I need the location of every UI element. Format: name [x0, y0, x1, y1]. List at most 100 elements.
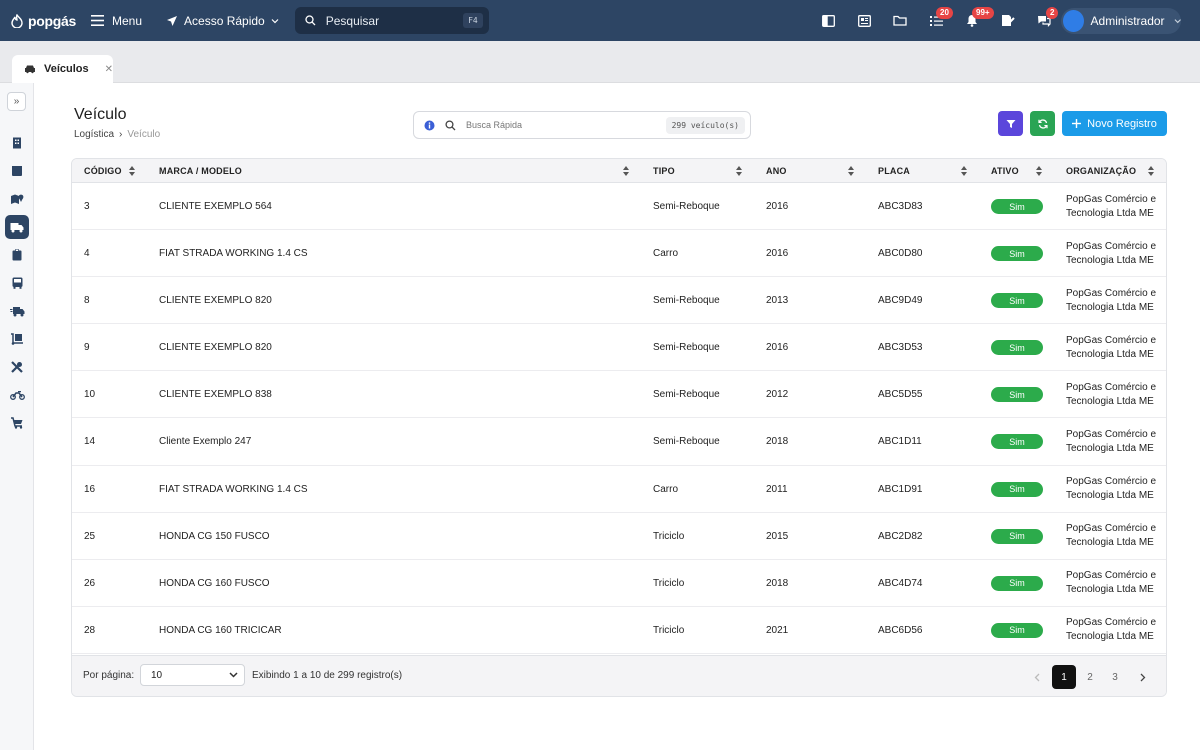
chat-button[interactable]: 2 — [1026, 0, 1062, 41]
new-record-button[interactable]: Novo Registro — [1062, 111, 1167, 136]
table-row[interactable]: 25 HONDA CG 150 FUSCO Triciclo 2015 ABC2D82 S… — [72, 513, 1166, 560]
sidebar-toggle-button[interactable] — [810, 0, 846, 41]
sidebar-item-building[interactable] — [5, 131, 29, 155]
sidebar-item-vehicles[interactable] — [5, 215, 29, 239]
table-row[interactable]: 3 CLIENTE EXEMPLO 564 Semi-Reboque 2016 ABC3… — [72, 183, 1166, 231]
global-search[interactable]: Pesquisar F4 — [294, 7, 489, 34]
cell-ativo: Sim — [991, 371, 1043, 418]
table-row[interactable]: 10 CLIENTE EXEMPLO 838 Semi-Reboque 2012 ABC… — [72, 371, 1166, 419]
cell-modelo: Cliente Exemplo 247 — [159, 436, 252, 448]
col-header-tipo[interactable]: TIPO — [653, 159, 675, 183]
plus-icon — [1072, 119, 1082, 128]
col-header-codigo[interactable]: CÓDIGO — [84, 159, 122, 183]
page-button-1[interactable]: 1 — [1052, 665, 1076, 689]
chevron-left-icon — [1034, 673, 1040, 681]
organization-text: PopGas Comércio e Tecnologia Ltda ME — [1066, 240, 1156, 268]
cell-ativo: Sim — [991, 513, 1043, 560]
quick-search-input[interactable]: Busca Rápida 299 veículo(s) — [413, 111, 751, 139]
cell-tipo: Triciclo — [653, 577, 685, 589]
menu-label: Menu — [111, 13, 143, 28]
per-page-select[interactable]: 10 — [140, 664, 245, 686]
close-tab-icon[interactable]: ✕ — [105, 64, 113, 75]
status-badge: Sim — [991, 293, 1043, 309]
files-button[interactable] — [882, 0, 918, 41]
organization-line-1: PopGas Comércio e — [1066, 570, 1157, 582]
search-icon — [445, 119, 456, 130]
cell-codigo: 14 — [84, 436, 96, 448]
col-header-organizacao[interactable]: ORGANIZAÇÃO — [1066, 159, 1136, 183]
news-button[interactable] — [846, 0, 882, 41]
cell-modelo: FIAT STRADA WORKING 1.4 CS — [159, 483, 308, 495]
table-row[interactable]: 26 HONDA CG 160 FUSCO Triciclo 2018 ABC4D74 S… — [72, 560, 1166, 607]
table-row[interactable]: 14 Cliente Exemplo 247 Semi-Reboque 2018 ABC… — [72, 418, 1166, 466]
sort-icon[interactable] — [848, 166, 854, 176]
expand-sidebar-button[interactable]: » — [7, 92, 26, 111]
quick-access-button[interactable]: Acesso Rápido — [166, 14, 279, 28]
cell-ativo: Sim — [991, 230, 1043, 277]
sidebar-item-dolly[interactable] — [5, 327, 29, 351]
col-header-ano[interactable]: ANO — [766, 159, 787, 183]
sidebar-item-motorcycle[interactable] — [5, 383, 29, 407]
cell-modelo: CLIENTE EXEMPLO 564 — [159, 201, 272, 212]
tasks-button[interactable]: 20 — [918, 0, 954, 41]
sort-icon[interactable] — [736, 166, 742, 176]
menu-button[interactable]: Menu — [90, 13, 143, 28]
breadcrumb-current: Veículo — [127, 129, 161, 140]
organization-line-2: Tecnologia Ltda ME — [1066, 348, 1154, 360]
table-row[interactable]: 28 HONDA CG 160 TRICICAR Triciclo 2021 ABC6D… — [72, 607, 1166, 654]
cell-ativo: Sim — [991, 466, 1043, 513]
quick-search-placeholder: Busca Rápida — [466, 120, 523, 130]
flame-logo-icon — [11, 13, 23, 28]
sidebar-item-tools[interactable] — [5, 355, 29, 379]
page-button-2[interactable]: 2 — [1078, 665, 1102, 689]
table-row[interactable]: 4 FIAT STRADA WORKING 1.4 CS Carro 2016 ABC0… — [72, 230, 1166, 278]
filter-button[interactable] — [998, 111, 1023, 136]
sort-icon[interactable] — [623, 166, 629, 176]
refresh-button[interactable] — [1030, 111, 1055, 136]
cell-placa: ABC5D55 — [878, 389, 923, 401]
cell-ano: 2016 — [766, 248, 789, 260]
table-row[interactable]: 16 FIAT STRADA WORKING 1.4 CS Carro 2011 ABC… — [72, 466, 1166, 513]
cell-organizacao: PopGas Comércio e Tecnologia Ltda ME — [1066, 324, 1156, 371]
page-button-3[interactable]: 3 — [1103, 665, 1127, 689]
sort-icon[interactable] — [1036, 166, 1042, 176]
next-page-button[interactable] — [1131, 665, 1155, 689]
cell-placa: ABC3D83 — [878, 201, 923, 212]
organization-line-2: Tecnologia Ltda ME — [1066, 301, 1154, 313]
col-header-placa[interactable]: PLACA — [878, 159, 910, 183]
cell-tipo: Semi-Reboque — [653, 295, 720, 307]
sidebar-item-box[interactable] — [5, 159, 29, 183]
cell-ativo: Sim — [991, 418, 1043, 465]
breadcrumb-parent[interactable]: Logística — [74, 129, 114, 140]
sidebar-item-map[interactable] — [5, 187, 29, 211]
col-header-ativo[interactable]: ATIVO — [991, 159, 1019, 183]
sidebar-item-clipboard[interactable] — [5, 243, 29, 267]
sort-icon[interactable] — [129, 166, 135, 176]
cell-tipo: Carro — [653, 248, 679, 260]
clipboard-icon — [12, 249, 22, 261]
tab-veiculos[interactable]: Veículos ✕ — [12, 55, 113, 83]
cell-placa: ABC1D11 — [878, 436, 922, 448]
cell-codigo: 4 — [84, 248, 90, 260]
organization-line-1: PopGas Comércio e — [1066, 617, 1157, 629]
info-icon[interactable] — [424, 120, 435, 131]
table-row[interactable]: 9 CLIENTE EXEMPLO 820 Semi-Reboque 2016 ABC3… — [72, 324, 1166, 372]
file-signature-icon — [1002, 15, 1015, 26]
search-icon — [305, 15, 316, 26]
table-row[interactable]: 8 CLIENTE EXEMPLO 820 Semi-Reboque 2013 ABC9… — [72, 277, 1166, 325]
send-icon — [167, 15, 178, 26]
prev-page-button[interactable] — [1025, 665, 1049, 689]
notifications-button[interactable]: 99+ — [954, 0, 994, 41]
sidebar-item-cart[interactable] — [5, 411, 29, 435]
sort-icon[interactable] — [1148, 166, 1154, 176]
app-logo[interactable]: popgás — [10, 13, 76, 29]
sidebar-item-delivery[interactable] — [5, 299, 29, 323]
organization-text: PopGas Comércio e Tecnologia Ltda ME — [1066, 287, 1156, 315]
sidebar-item-bus[interactable] — [5, 271, 29, 295]
user-menu[interactable]: Administrador — [1061, 8, 1181, 34]
col-header-modelo[interactable]: MARCA / MODELO — [159, 159, 242, 183]
sign-button[interactable] — [990, 0, 1026, 41]
cell-codigo: 10 — [84, 389, 96, 401]
sort-icon[interactable] — [961, 166, 967, 176]
cell-organizacao: PopGas Comércio e Tecnologia Ltda ME — [1066, 560, 1156, 607]
